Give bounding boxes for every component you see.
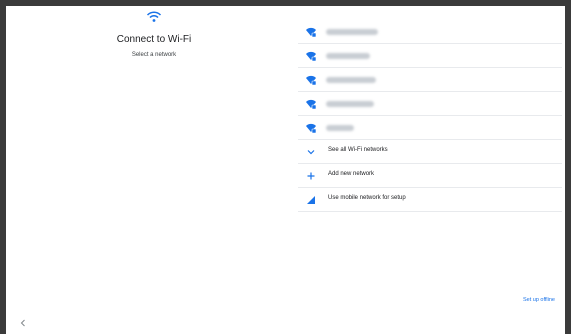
wifi-lock-icon	[306, 99, 316, 109]
add-network-label: Add new network	[328, 171, 375, 177]
mobile-network-label: Use mobile network for setup	[328, 195, 406, 201]
network-name-redacted	[326, 29, 378, 35]
mobile-network-button[interactable]: Use mobile network for setup	[298, 188, 562, 212]
wifi-lock-icon	[306, 75, 316, 85]
network-name-redacted	[326, 53, 370, 59]
network-row[interactable]	[298, 68, 562, 92]
chevron-down-icon	[307, 150, 315, 155]
wifi-icon	[146, 11, 162, 22]
network-name-redacted	[326, 77, 376, 83]
network-row[interactable]	[298, 92, 562, 116]
add-network-button[interactable]: Add new network	[298, 164, 562, 188]
see-all-networks-label: See all Wi-Fi networks	[328, 147, 388, 153]
plus-icon	[307, 172, 315, 180]
network-name-redacted	[326, 101, 374, 107]
set-up-offline-button[interactable]: Set up offline	[523, 297, 555, 303]
wifi-lock-icon	[306, 51, 316, 61]
page-subtitle: Select a network	[131, 52, 177, 58]
cellular-signal-icon	[307, 196, 315, 204]
wifi-lock-icon	[306, 27, 316, 37]
setup-screen: Connect to Wi-Fi Select a network See al…	[6, 6, 565, 334]
see-all-networks-button[interactable]: See all Wi-Fi networks	[298, 140, 562, 164]
wifi-lock-icon	[306, 123, 316, 133]
back-arrow-icon[interactable]	[18, 318, 28, 328]
network-row[interactable]	[298, 20, 562, 44]
network-row[interactable]	[298, 116, 562, 140]
network-row[interactable]	[298, 44, 562, 68]
network-name-redacted	[326, 125, 354, 131]
network-list: See all Wi-Fi networks Add new network U…	[298, 20, 562, 212]
page-title: Connect to Wi-Fi	[116, 34, 192, 45]
